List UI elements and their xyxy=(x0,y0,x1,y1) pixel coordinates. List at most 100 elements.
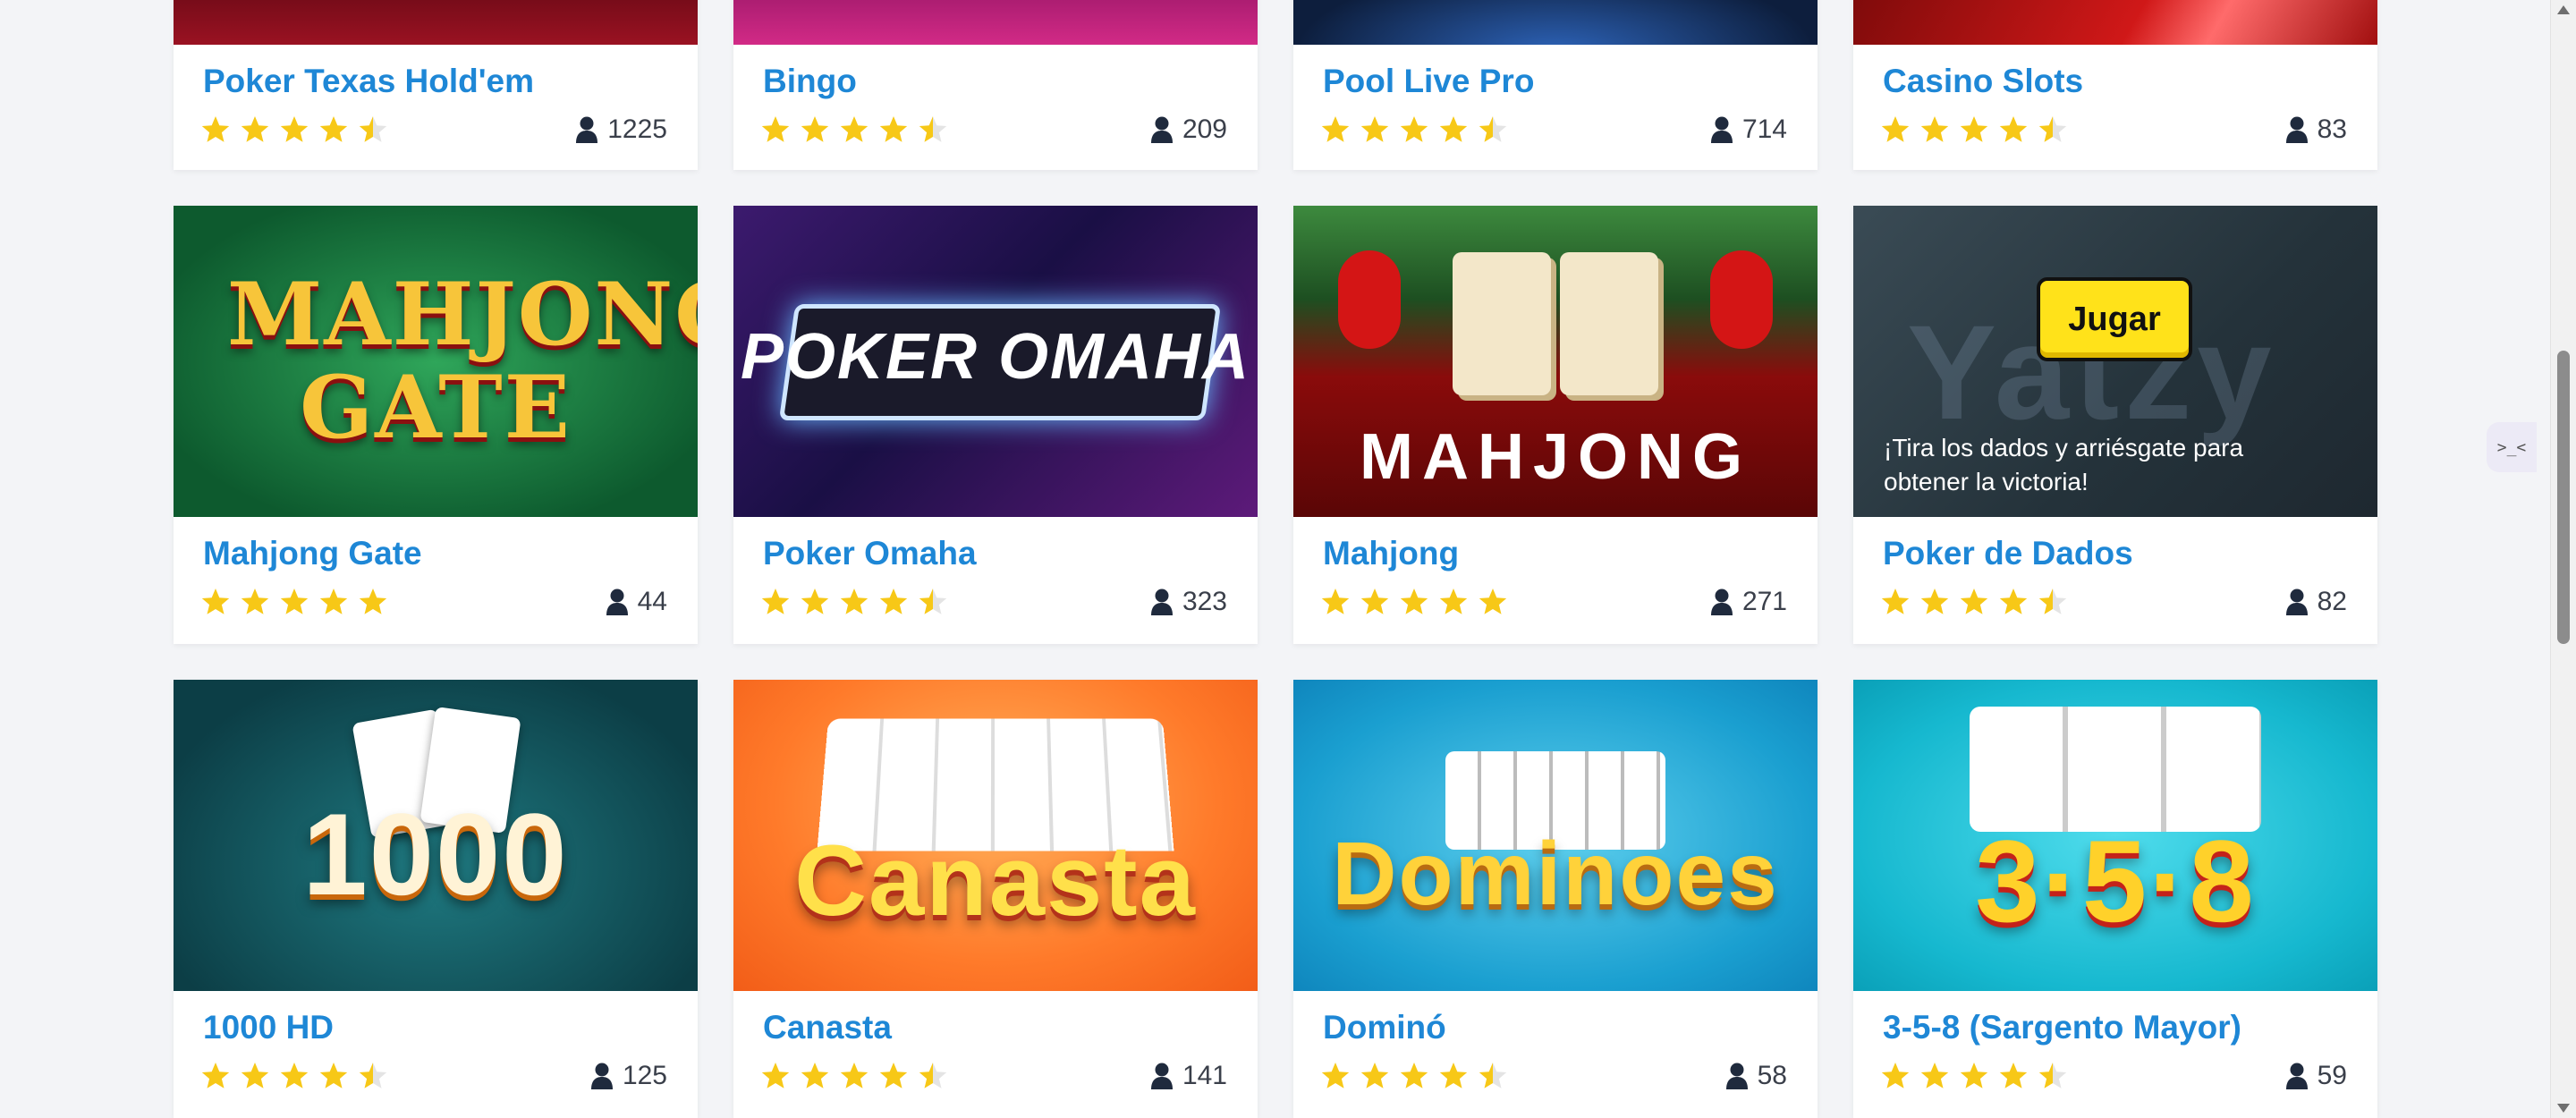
star-icon xyxy=(879,1063,908,1088)
player-count: 83 xyxy=(2285,114,2347,145)
player-count-value: 125 xyxy=(622,1061,667,1090)
game-title[interactable]: Pool Live Pro xyxy=(1323,63,1534,100)
game-title[interactable]: Bingo xyxy=(763,63,857,100)
star-rating xyxy=(200,114,388,145)
1000-hd-thumbnail[interactable]: 1000 xyxy=(174,680,698,991)
thumbnail-art-text: Canasta xyxy=(794,825,1197,936)
thumbnail-art-text: 3·5·8 xyxy=(1975,816,2256,946)
mahjong-gate-thumbnail[interactable]: MAHJONG GATE xyxy=(174,206,698,517)
star-icon xyxy=(879,589,908,614)
game-title[interactable]: Casino Slots xyxy=(1883,63,2083,100)
lantern-left xyxy=(1338,250,1401,349)
star-icon xyxy=(1479,1063,1507,1088)
3-5-8-thumbnail[interactable]: 3·5·8 xyxy=(1853,680,2377,991)
scroll-up-arrow-icon[interactable] xyxy=(2557,5,2570,14)
game-card[interactable]: 1000 1000 HD 125 xyxy=(174,680,698,1118)
star-icon xyxy=(761,589,790,614)
star-icon xyxy=(1920,116,1949,142)
user-icon xyxy=(606,589,628,615)
star-rating xyxy=(1320,114,1508,145)
game-card[interactable]: 3·5·8 3-5-8 (Sargento Mayor) 59 xyxy=(1853,680,2377,1118)
user-icon xyxy=(2285,1063,2308,1089)
game-title[interactable]: Poker Omaha xyxy=(763,535,977,572)
star-icon xyxy=(1321,116,1350,142)
game-card[interactable]: MAHJONG GATE Mahjong Gate 44 xyxy=(174,206,698,644)
game-card[interactable]: Yatzy Jugar ¡Tira los dados y arriésgate… xyxy=(1853,206,2377,644)
star-icon xyxy=(201,589,230,614)
thumbnail-art-text: MAHJONG GATE xyxy=(227,264,698,458)
star-icon xyxy=(840,116,869,142)
star-icon xyxy=(359,589,387,614)
star-icon xyxy=(241,1063,269,1088)
star-icon xyxy=(1999,116,2028,142)
star-icon xyxy=(919,1063,947,1088)
thumbnail-art-text: POKER OMAHA xyxy=(740,321,1250,393)
star-icon xyxy=(919,116,947,142)
star-rating xyxy=(1880,114,2068,145)
poker-omaha-thumbnail[interactable]: POKER OMAHA xyxy=(733,206,1258,517)
bingo-thumbnail[interactable] xyxy=(733,0,1258,45)
star-icon xyxy=(241,116,269,142)
player-count: 59 xyxy=(2285,1061,2347,1091)
game-grid: Poker Texas Hold'em 1225 Bingo 209 Pool … xyxy=(174,0,2377,1118)
star-icon xyxy=(359,1063,387,1088)
player-count-value: 323 xyxy=(1182,587,1227,616)
lantern-right xyxy=(1710,250,1773,349)
game-card[interactable]: Dominoes Dominó 58 xyxy=(1293,680,1818,1118)
game-card[interactable]: Pool Live Pro 714 xyxy=(1293,0,1818,170)
side-panel-toggle-icon[interactable]: >_< xyxy=(2487,422,2537,472)
scrollbar-thumb[interactable] xyxy=(2557,351,2570,644)
game-card[interactable]: Canasta Canasta 141 xyxy=(733,680,1258,1118)
star-icon xyxy=(1920,589,1949,614)
star-icon xyxy=(1920,1063,1949,1088)
game-title[interactable]: Canasta xyxy=(763,1009,892,1046)
star-rating xyxy=(760,1061,948,1091)
mahjong-tile-right xyxy=(1560,252,1658,395)
star-icon xyxy=(879,116,908,142)
game-card[interactable]: Bingo 209 xyxy=(733,0,1258,170)
play-button[interactable]: Jugar xyxy=(2037,277,2192,361)
user-icon xyxy=(1725,1063,1748,1089)
star-icon xyxy=(1881,589,1910,614)
game-title[interactable]: 1000 HD xyxy=(203,1009,334,1046)
star-icon xyxy=(1360,116,1389,142)
canasta-thumbnail[interactable]: Canasta xyxy=(733,680,1258,991)
star-icon xyxy=(1321,1063,1350,1088)
game-title[interactable]: Poker Texas Hold'em xyxy=(203,63,534,100)
star-icon xyxy=(1360,589,1389,614)
player-count: 209 xyxy=(1150,114,1227,145)
star-icon xyxy=(1439,116,1468,142)
star-icon xyxy=(1400,116,1428,142)
vertical-scrollbar[interactable] xyxy=(2550,0,2576,1118)
star-icon xyxy=(319,116,348,142)
game-title[interactable]: Mahjong Gate xyxy=(203,535,422,572)
game-title[interactable]: Dominó xyxy=(1323,1009,1446,1046)
star-icon xyxy=(840,1063,869,1088)
casino-slots-thumbnail[interactable] xyxy=(1853,0,2377,45)
mahjong-thumbnail[interactable]: MAHJONG xyxy=(1293,206,1818,517)
game-description: ¡Tira los dados y arriésgate para obtene… xyxy=(1884,434,2244,495)
game-card[interactable]: MAHJONG Mahjong 271 xyxy=(1293,206,1818,644)
star-rating xyxy=(200,587,388,617)
user-icon xyxy=(576,116,598,143)
scroll-down-arrow-icon[interactable] xyxy=(2557,1104,2570,1113)
game-title[interactable]: Poker de Dados xyxy=(1883,535,2133,572)
star-icon xyxy=(1400,589,1428,614)
game-title[interactable]: Mahjong xyxy=(1323,535,1459,572)
star-icon xyxy=(801,1063,829,1088)
game-card[interactable]: Poker Texas Hold'em 1225 xyxy=(174,0,698,170)
star-icon xyxy=(1960,116,1988,142)
poker-de-dados-thumbnail[interactable]: Yatzy Jugar ¡Tira los dados y arriésgate… xyxy=(1853,206,2377,517)
game-card[interactable]: POKER OMAHA Poker Omaha 323 xyxy=(733,206,1258,644)
domino-thumbnail[interactable]: Dominoes xyxy=(1293,680,1818,991)
game-card[interactable]: Casino Slots 83 xyxy=(1853,0,2377,170)
thumbnail-art-text: MAHJONG xyxy=(1359,421,1751,493)
poker-texas-thumbnail[interactable] xyxy=(174,0,698,45)
star-icon xyxy=(2038,1063,2067,1088)
user-icon xyxy=(1150,589,1173,615)
player-count: 125 xyxy=(590,1061,667,1091)
star-icon xyxy=(1960,589,1988,614)
player-count-value: 1225 xyxy=(607,114,667,144)
game-title[interactable]: 3-5-8 (Sargento Mayor) xyxy=(1883,1009,2241,1046)
pool-live-pro-thumbnail[interactable] xyxy=(1293,0,1818,45)
